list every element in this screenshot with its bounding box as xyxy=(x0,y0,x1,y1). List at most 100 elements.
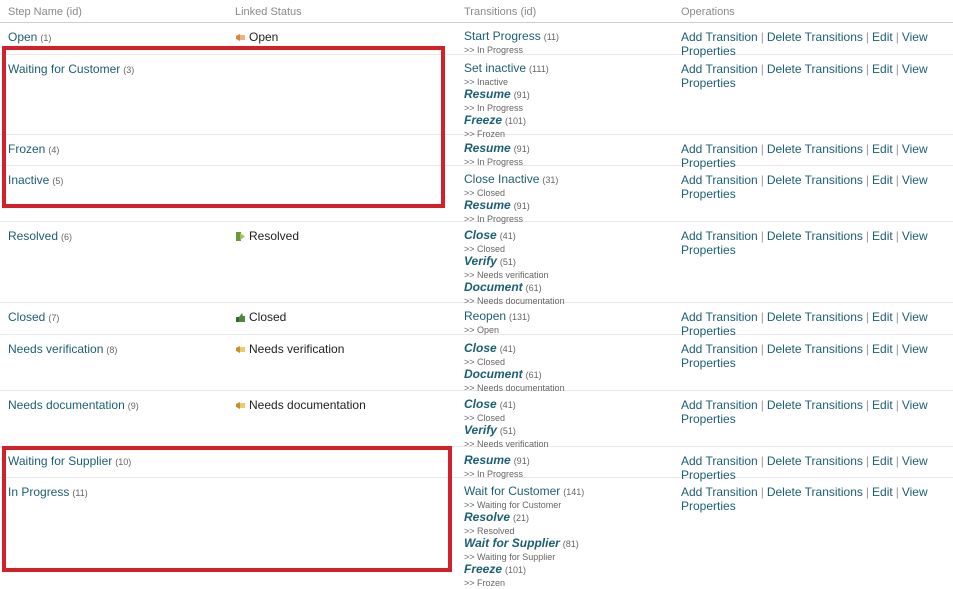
transition-id: (101) xyxy=(505,116,527,126)
transition-link[interactable]: Verify xyxy=(464,423,497,437)
delete-transitions-link[interactable]: Delete Transitions xyxy=(767,485,863,499)
step-id: (6) xyxy=(61,232,73,242)
add-transition-link[interactable]: Add Transition xyxy=(681,310,758,324)
separator: | xyxy=(895,398,899,412)
add-transition-link[interactable]: Add Transition xyxy=(681,173,758,187)
transition-link[interactable]: Close xyxy=(464,341,497,355)
step-name-link[interactable]: Waiting for Supplier xyxy=(8,454,112,468)
transition-link[interactable]: Document xyxy=(464,367,523,381)
operations-cell: Add Transition | Delete Transitions | Edit | V… xyxy=(681,485,953,513)
transition-link[interactable]: Set inactive xyxy=(464,61,526,75)
transition-link[interactable]: Document xyxy=(464,280,523,294)
transitions-cell: Close Inactive (31) >> Closed Resume (91) >> … xyxy=(464,173,558,225)
table-row: Waiting for Customer (3) Set inactive (111)… xyxy=(0,54,953,139)
separator: | xyxy=(895,142,899,156)
separator: | xyxy=(760,310,764,324)
edit-link[interactable]: Edit xyxy=(872,342,893,356)
step-name-link[interactable]: Frozen xyxy=(8,142,45,156)
step-name-link[interactable]: Closed xyxy=(8,310,45,324)
edit-link[interactable]: Edit xyxy=(872,30,893,44)
transitions-cell: Wait for Customer (141) >> Waiting for Cus… xyxy=(464,485,584,589)
add-transition-link[interactable]: Add Transition xyxy=(681,398,758,412)
edit-link[interactable]: Edit xyxy=(872,454,893,468)
transition-link[interactable]: Close xyxy=(464,397,497,411)
linked-status-label: Resolved xyxy=(249,229,300,243)
linked-status: Needs verification xyxy=(235,342,344,356)
edit-link[interactable]: Edit xyxy=(872,485,893,499)
transition-id: (61) xyxy=(525,370,542,380)
linked-status: Needs documentation xyxy=(235,398,366,412)
step-cell: Inactive (5) xyxy=(8,173,63,187)
delete-transitions-link[interactable]: Delete Transitions xyxy=(767,454,863,468)
transition-link[interactable]: Close xyxy=(464,228,497,242)
step-cell: Waiting for Supplier (10) xyxy=(8,454,131,468)
step-name-link[interactable]: Resolved xyxy=(8,229,58,243)
transition-id: (91) xyxy=(513,201,530,211)
add-transition-link[interactable]: Add Transition xyxy=(681,62,758,76)
step-cell: Waiting for Customer (3) xyxy=(8,62,134,76)
add-transition-link[interactable]: Add Transition xyxy=(681,485,758,499)
transition-link[interactable]: Resume xyxy=(464,141,511,155)
step-id: (10) xyxy=(115,457,132,467)
delete-transitions-link[interactable]: Delete Transitions xyxy=(767,398,863,412)
needs-documentation-status-icon xyxy=(235,400,246,411)
step-name-link[interactable]: Open xyxy=(8,30,37,44)
edit-link[interactable]: Edit xyxy=(872,229,893,243)
edit-link[interactable]: Edit xyxy=(872,398,893,412)
transition-link[interactable]: Close Inactive xyxy=(464,172,539,186)
transition-link[interactable]: Freeze xyxy=(464,562,502,576)
delete-transitions-link[interactable]: Delete Transitions xyxy=(767,62,863,76)
transitions-cell: Close (41) >> Closed Verify (51) >> Needs ver… xyxy=(464,398,549,450)
add-transition-link[interactable]: Add Transition xyxy=(681,142,758,156)
linked-status-label: Needs verification xyxy=(249,342,345,356)
transition-link[interactable]: Resume xyxy=(464,198,511,212)
transition-link[interactable]: Wait for Customer xyxy=(464,484,560,498)
step-name-link[interactable]: Waiting for Customer xyxy=(8,62,120,76)
delete-transitions-link[interactable]: Delete Transitions xyxy=(767,142,863,156)
delete-transitions-link[interactable]: Delete Transitions xyxy=(767,229,863,243)
separator: | xyxy=(865,173,870,187)
separator: | xyxy=(865,62,870,76)
transition-link[interactable]: Wait for Supplier xyxy=(464,536,560,550)
transition-link[interactable]: Resume xyxy=(464,453,511,467)
delete-transitions-link[interactable]: Delete Transitions xyxy=(767,30,863,44)
edit-link[interactable]: Edit xyxy=(872,62,893,76)
table-row: Waiting for Supplier (10) Resume (91) >> In … xyxy=(0,446,953,482)
table-row: In Progress (11) Wait for Customer (141) >> … xyxy=(0,477,953,588)
transition-link[interactable]: Start Progress xyxy=(464,29,541,43)
transition-link[interactable]: Reopen xyxy=(464,309,506,323)
header-step-name: Step Name (id) xyxy=(8,6,82,18)
operations-cell: Add Transition | Delete Transitions | Edit | V… xyxy=(681,229,953,257)
add-transition-link[interactable]: Add Transition xyxy=(681,454,758,468)
add-transition-link[interactable]: Add Transition xyxy=(681,30,758,44)
step-name-link[interactable]: Needs documentation xyxy=(8,398,125,412)
linked-status-label: Closed xyxy=(249,310,287,324)
transition-id: (41) xyxy=(499,400,516,410)
closed-status-icon xyxy=(235,312,246,323)
step-name-link[interactable]: Needs verification xyxy=(8,342,103,356)
open-status-icon xyxy=(235,32,246,43)
separator: | xyxy=(865,30,870,44)
transitions-cell: Set inactive (111) >> Inactive Resume (91) >>… xyxy=(464,62,549,140)
edit-link[interactable]: Edit xyxy=(872,310,893,324)
delete-transitions-link[interactable]: Delete Transitions xyxy=(767,310,863,324)
add-transition-link[interactable]: Add Transition xyxy=(681,229,758,243)
linked-status-label: Needs documentation xyxy=(249,398,366,412)
separator: | xyxy=(865,485,870,499)
transition-link[interactable]: Resume xyxy=(464,87,511,101)
add-transition-link[interactable]: Add Transition xyxy=(681,342,758,356)
edit-link[interactable]: Edit xyxy=(872,173,893,187)
transitions-cell: Reopen (131) >> Open xyxy=(464,310,530,336)
step-name-link[interactable]: In Progress xyxy=(8,485,69,499)
header-transitions: Transitions (id) xyxy=(464,6,537,18)
edit-link[interactable]: Edit xyxy=(872,142,893,156)
separator: | xyxy=(760,62,764,76)
table-row: Resolved (6) Resolved Close (41) >> Closed Ver… xyxy=(0,221,953,306)
transition-link[interactable]: Resolve xyxy=(464,510,510,524)
transition-link[interactable]: Verify xyxy=(464,254,497,268)
delete-transitions-link[interactable]: Delete Transitions xyxy=(767,342,863,356)
step-name-link[interactable]: Inactive xyxy=(8,173,49,187)
transition-link[interactable]: Freeze xyxy=(464,113,502,127)
transition-id: (101) xyxy=(505,565,527,575)
delete-transitions-link[interactable]: Delete Transitions xyxy=(767,173,863,187)
